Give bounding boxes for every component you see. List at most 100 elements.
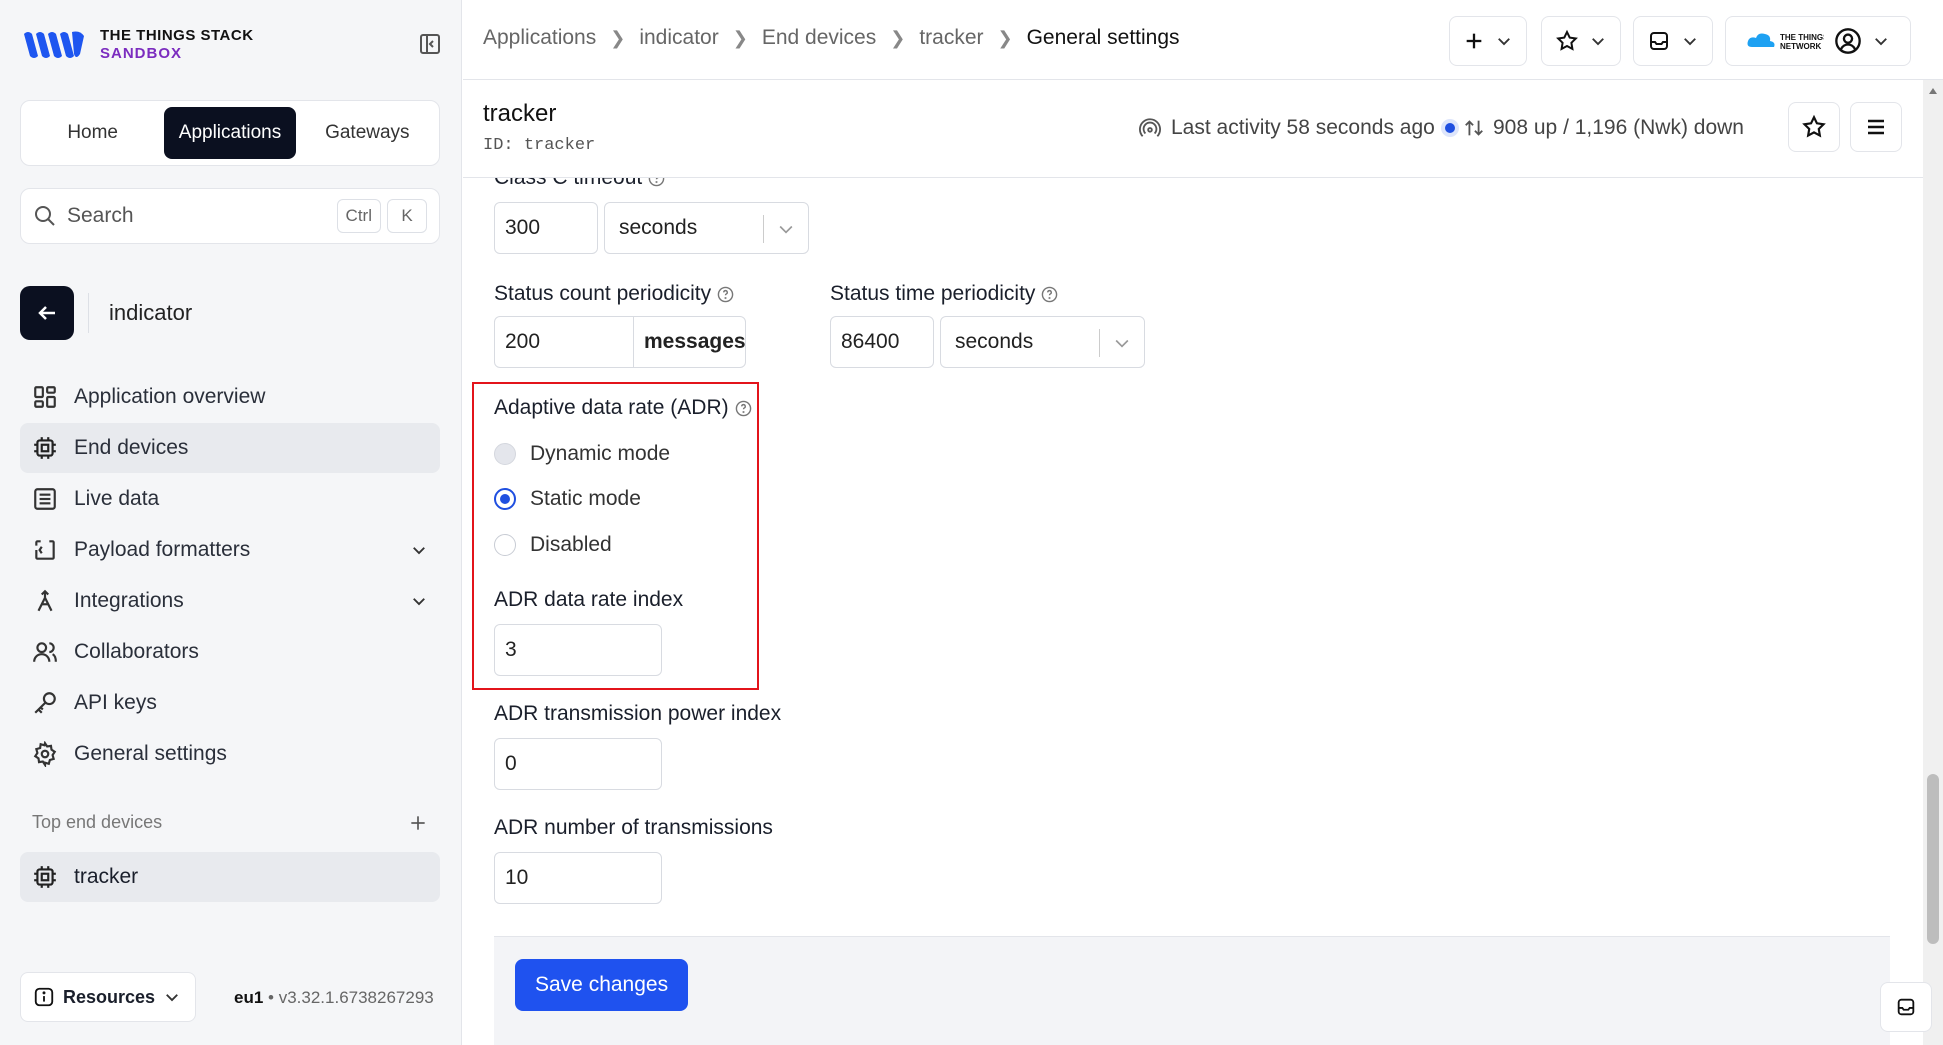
help-icon[interactable] [1041,286,1058,303]
select-value: seconds [619,216,698,239]
bookmarks-menu-button[interactable] [1541,16,1621,66]
profile-menu-button[interactable]: THE THINGS NETWORK [1725,16,1911,66]
chevron-down-icon [1684,38,1696,46]
resources-label: Resources [63,986,156,1007]
adr-option-dynamic[interactable]: Dynamic mode [494,442,670,466]
up-down-arrows-icon [1465,120,1483,136]
adr-data-rate-label: ADR data rate index [494,588,683,612]
field-label: Class C timeout [494,178,642,190]
sidebar-item-label: Payload formatters [74,538,251,561]
inbox-icon [1897,998,1915,1016]
feedback-button[interactable] [1880,982,1932,1032]
chevron-down-icon [1115,339,1129,348]
help-icon[interactable] [735,400,752,417]
traffic-stats: 908 up / 1,196 (Nwk) down [1463,116,1744,140]
sidebar-item-api-keys[interactable]: API keys [20,678,440,728]
sidebar-item-collaborators[interactable]: Collaborators [20,627,440,677]
bookmark-device-button[interactable] [1788,102,1840,152]
region-label: eu1 [234,988,264,1007]
shortcut-k: K [387,199,427,233]
status-count-input[interactable]: 200 [494,316,634,368]
help-icon[interactable] [648,178,665,187]
sidebar-item-label: Application overview [74,385,266,408]
breadcrumb-item[interactable]: Applications [483,26,596,50]
status-dot [1444,123,1455,133]
grid-icon [34,386,56,408]
device-id-label: ID: [483,136,514,155]
code-icon [35,540,55,560]
back-button[interactable] [20,286,74,340]
class-c-timeout-unit-select[interactable]: seconds [604,202,809,254]
scrollbar[interactable] [1923,80,1943,1045]
divider [88,293,89,333]
adr-option-disabled[interactable]: Disabled [494,533,612,557]
device-menu-button[interactable] [1850,102,1902,152]
chevron-down-icon [166,994,178,1002]
inbox-icon [1650,32,1668,50]
scrollbar-thumb[interactable] [1927,774,1939,944]
search-input[interactable]: Search Ctrl K [20,188,440,244]
sidebar-item-live-data[interactable]: Live data [20,474,440,524]
resources-button[interactable]: Resources [20,972,196,1022]
svg-text:THE THINGS: THE THINGS [1780,33,1824,42]
sidebar-collapse-icon[interactable] [418,32,442,56]
device-id-value: tracker [523,136,596,155]
adr-data-rate-input[interactable]: 3 [494,624,662,676]
last-activity-text: Last activity 58 seconds ago [1171,116,1435,139]
chevron-right-icon: ❯ [997,27,1013,48]
class-c-timeout-input[interactable]: 300 [494,202,598,254]
version-label: v3.32.1.6738267293 [278,988,434,1007]
signal-icon [1139,118,1161,137]
sidebar-item-application-overview[interactable]: Application overview [20,372,440,422]
star-icon [1802,114,1826,138]
status-time-unit-select[interactable]: seconds [940,316,1145,368]
integration-icon [37,589,53,612]
radio-button[interactable] [494,443,516,465]
field-label: Status time periodicity [830,282,1036,305]
chevron-down-icon[interactable] [410,541,428,559]
sidebar-item-payload-formatters[interactable]: Payload formatters [20,525,440,575]
sidebar-item-general-settings[interactable]: General settings [20,729,440,779]
top-header: Applications ❯ indicator ❯ End devices ❯ tr… [463,0,1943,80]
sidebar-item-label: Integrations [74,589,184,612]
ttn-logo-icon: THE THINGS NETWORK [1747,33,1824,51]
plus-icon[interactable] [408,813,428,833]
sidebar-item-end-devices[interactable]: End devices [20,423,440,473]
notifications-menu-button[interactable] [1633,16,1713,66]
tab-gateways[interactable]: Gateways [302,107,433,159]
radio-button-selected[interactable] [494,488,516,510]
sidebar-item-label: End devices [74,436,189,459]
adr-tx-power-input[interactable]: 0 [494,738,662,790]
radio-button[interactable] [494,534,516,556]
status-time-label: Status time periodicity [830,282,1058,306]
top-end-device-item[interactable]: tracker [20,852,440,902]
add-menu-button[interactable] [1449,16,1527,66]
breadcrumb-item[interactable]: End devices [762,26,876,50]
device-name: tracker [483,100,557,127]
scroll-up-arrow-icon[interactable] [1927,86,1939,96]
status-time-input[interactable]: 86400 [830,316,934,368]
chip-icon [34,866,56,888]
divider [1099,329,1100,357]
sidebar-item-integrations[interactable]: Integrations [20,576,440,626]
tab-home[interactable]: Home [27,107,158,159]
breadcrumb-current: General settings [1026,26,1180,49]
settings-form: Class C timeout 300 seconds Status count… [463,178,1923,1045]
adr-option-static[interactable]: Static mode [494,487,641,511]
breadcrumb-item[interactable]: tracker [919,26,983,50]
save-changes-button[interactable]: Save changes [515,959,689,1011]
help-icon[interactable] [717,286,734,303]
adr-nb-trans-input[interactable]: 10 [494,852,662,904]
divider [763,215,764,243]
key-icon [34,692,56,714]
top-end-device-label: tracker [74,865,139,888]
chevron-down-icon[interactable] [410,592,428,610]
status-count-unit: messages [633,316,746,368]
chevron-right-icon: ❯ [610,27,626,48]
sidebar: THE THINGS STACK SANDBOX Home Applicatio… [0,0,462,1045]
brand-logo[interactable]: THE THINGS STACK SANDBOX [22,26,254,64]
tab-applications[interactable]: Applications [164,107,296,159]
version-info: eu1 • v3.32.1.6738267293 [234,988,434,1007]
breadcrumb-item[interactable]: indicator [639,26,718,50]
class-c-timeout-label: Class C timeout [494,178,665,190]
